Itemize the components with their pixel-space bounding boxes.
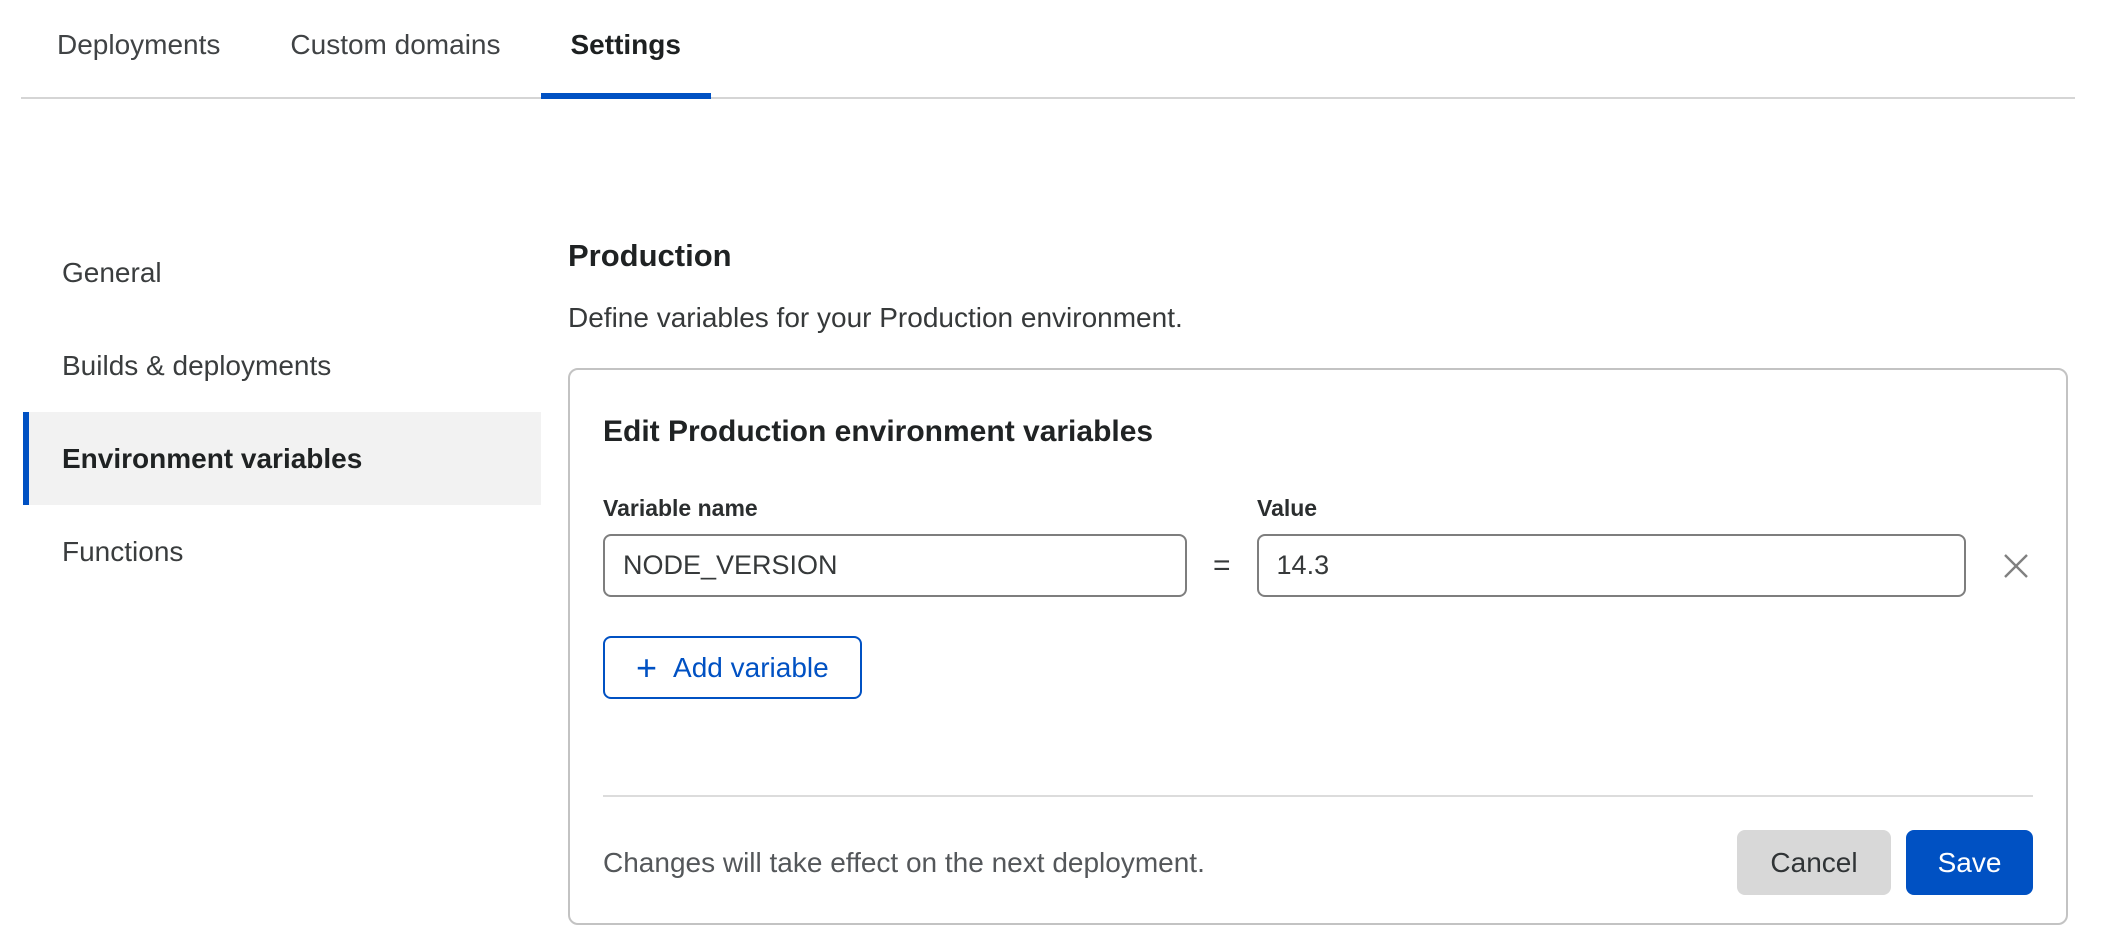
settings-content: General Builds & deployments Environment… (29, 226, 2121, 925)
variable-row: = (603, 534, 2033, 597)
card-title: Edit Production environment variables (603, 412, 2033, 452)
tab-custom-domains[interactable]: Custom domains (260, 26, 530, 97)
tab-settings[interactable]: Settings (541, 26, 711, 97)
close-icon (2002, 552, 2030, 580)
variable-value-input[interactable] (1257, 534, 1966, 597)
value-label: Value (1257, 494, 1317, 522)
remove-variable-button[interactable] (1999, 549, 2033, 583)
sidebar-item-label: Environment variables (62, 443, 362, 475)
tab-deployments[interactable]: Deployments (27, 26, 250, 97)
edit-variables-card: Edit Production environment variables Va… (568, 368, 2068, 925)
environment-variables-panel: Production Define variables for your Pro… (568, 226, 2068, 925)
sidebar-item-label: General (62, 257, 162, 289)
footer-note: Changes will take effect on the next dep… (603, 847, 1205, 879)
tab-label: Deployments (57, 29, 220, 60)
section-heading: Production (568, 236, 2068, 276)
save-button[interactable]: Save (1906, 830, 2033, 895)
card-divider (603, 795, 2033, 797)
settings-sidebar: General Builds & deployments Environment… (29, 226, 541, 925)
equals-sign: = (1213, 549, 1231, 583)
plus-icon: + (636, 653, 657, 683)
sidebar-item-general[interactable]: General (29, 226, 541, 319)
variable-name-input[interactable] (603, 534, 1187, 597)
sidebar-item-label: Builds & deployments (62, 350, 331, 382)
variable-name-label: Variable name (603, 494, 1257, 522)
project-tab-bar: Deployments Custom domains Settings (21, 0, 2075, 99)
sidebar-item-builds-deployments[interactable]: Builds & deployments (29, 319, 541, 412)
add-variable-label: Add variable (673, 652, 829, 684)
section-description: Define variables for your Production env… (568, 300, 2068, 336)
sidebar-item-environment-variables[interactable]: Environment variables (23, 412, 541, 505)
field-labels-row: Variable name Value (603, 494, 2033, 522)
tab-label: Custom domains (290, 29, 500, 60)
sidebar-item-functions[interactable]: Functions (29, 505, 541, 598)
add-variable-button[interactable]: + Add variable (603, 636, 862, 699)
cancel-button[interactable]: Cancel (1737, 830, 1891, 895)
card-footer: Changes will take effect on the next dep… (603, 830, 2033, 895)
active-tab-indicator (541, 93, 711, 99)
sidebar-item-label: Functions (62, 536, 183, 568)
tab-label: Settings (571, 29, 681, 60)
